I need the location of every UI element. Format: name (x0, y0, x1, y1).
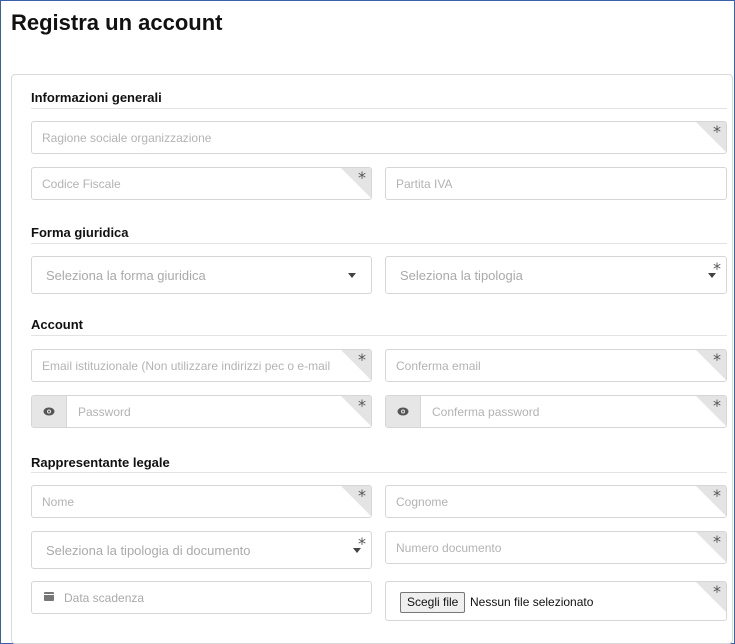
last-name-input[interactable] (386, 486, 726, 517)
required-star: * (713, 582, 721, 601)
first-name-input[interactable] (32, 486, 371, 517)
expiry-date-placeholder: Data scadenza (64, 590, 145, 605)
required-star: * (713, 532, 721, 551)
password-field[interactable]: * (31, 395, 372, 428)
required-indicator (341, 350, 371, 380)
required-star: * (358, 396, 366, 415)
required-star: * (713, 122, 721, 141)
required-star: * (358, 168, 366, 187)
last-name-field[interactable]: * (385, 485, 727, 518)
section-general-title: Informazioni generali (31, 90, 162, 105)
document-type-select[interactable]: Seleziona la tipologia di documento * (31, 531, 372, 569)
divider (31, 108, 727, 109)
expiry-date-field[interactable]: Data scadenza (31, 581, 372, 614)
document-number-field[interactable]: * (385, 531, 727, 564)
eye-icon[interactable] (386, 396, 421, 427)
type-select-value: Seleziona la tipologia (400, 267, 523, 283)
legal-form-select-value: Seleziona la forma giuridica (46, 267, 206, 283)
confirm-email-field[interactable]: * (385, 349, 727, 382)
divider (31, 335, 727, 336)
required-star: * (358, 486, 366, 505)
document-number-input[interactable] (386, 532, 726, 563)
document-type-select-value: Seleziona la tipologia di documento (46, 542, 251, 558)
section-legal-form-title: Forma giuridica (31, 225, 129, 240)
legal-form-select[interactable]: Seleziona la forma giuridica (31, 256, 372, 294)
email-field[interactable]: * (31, 349, 372, 382)
section-legal-rep-title: Rappresentante legale (31, 455, 170, 470)
required-star: * (713, 350, 721, 369)
first-name-field[interactable]: * (31, 485, 372, 518)
required-indicator (341, 396, 371, 426)
section-account-title: Account (31, 317, 83, 332)
required-indicator (696, 532, 726, 562)
chevron-down-icon (348, 273, 356, 278)
required-indicator (341, 486, 371, 516)
eye-icon[interactable] (32, 396, 67, 427)
required-indicator (696, 122, 726, 152)
required-star: * (358, 534, 366, 553)
required-indicator (696, 486, 726, 516)
vat-number-field[interactable] (385, 167, 727, 200)
tax-code-field[interactable]: * (31, 167, 372, 200)
required-star: * (713, 396, 721, 415)
type-select[interactable]: Seleziona la tipologia * (385, 256, 727, 294)
choose-file-button[interactable]: Scegli file (400, 592, 466, 613)
required-indicator (341, 168, 371, 198)
required-star: * (358, 350, 366, 369)
page-title: Registra un account (11, 10, 223, 35)
password-input[interactable] (32, 396, 371, 427)
company-name-field[interactable]: * (31, 121, 727, 154)
required-indicator (696, 350, 726, 380)
email-input[interactable] (32, 350, 371, 381)
file-status: Nessun file selezionato (470, 595, 594, 609)
vat-number-input[interactable] (386, 168, 726, 199)
confirm-email-input[interactable] (386, 350, 726, 381)
company-name-input[interactable] (32, 122, 726, 153)
file-upload-field[interactable]: Scegli file Nessun file selezionato * (385, 581, 727, 621)
tax-code-input[interactable] (32, 168, 371, 199)
divider (31, 472, 727, 473)
required-star: * (713, 259, 721, 278)
required-star: * (713, 486, 721, 505)
registration-form: Informazioni generali * * Forma giuridic… (11, 74, 733, 644)
divider (31, 243, 727, 244)
calendar-icon (44, 592, 54, 601)
required-indicator (696, 396, 726, 426)
confirm-password-field[interactable]: * (385, 395, 727, 428)
required-indicator (696, 582, 726, 612)
confirm-password-input[interactable] (386, 396, 726, 427)
